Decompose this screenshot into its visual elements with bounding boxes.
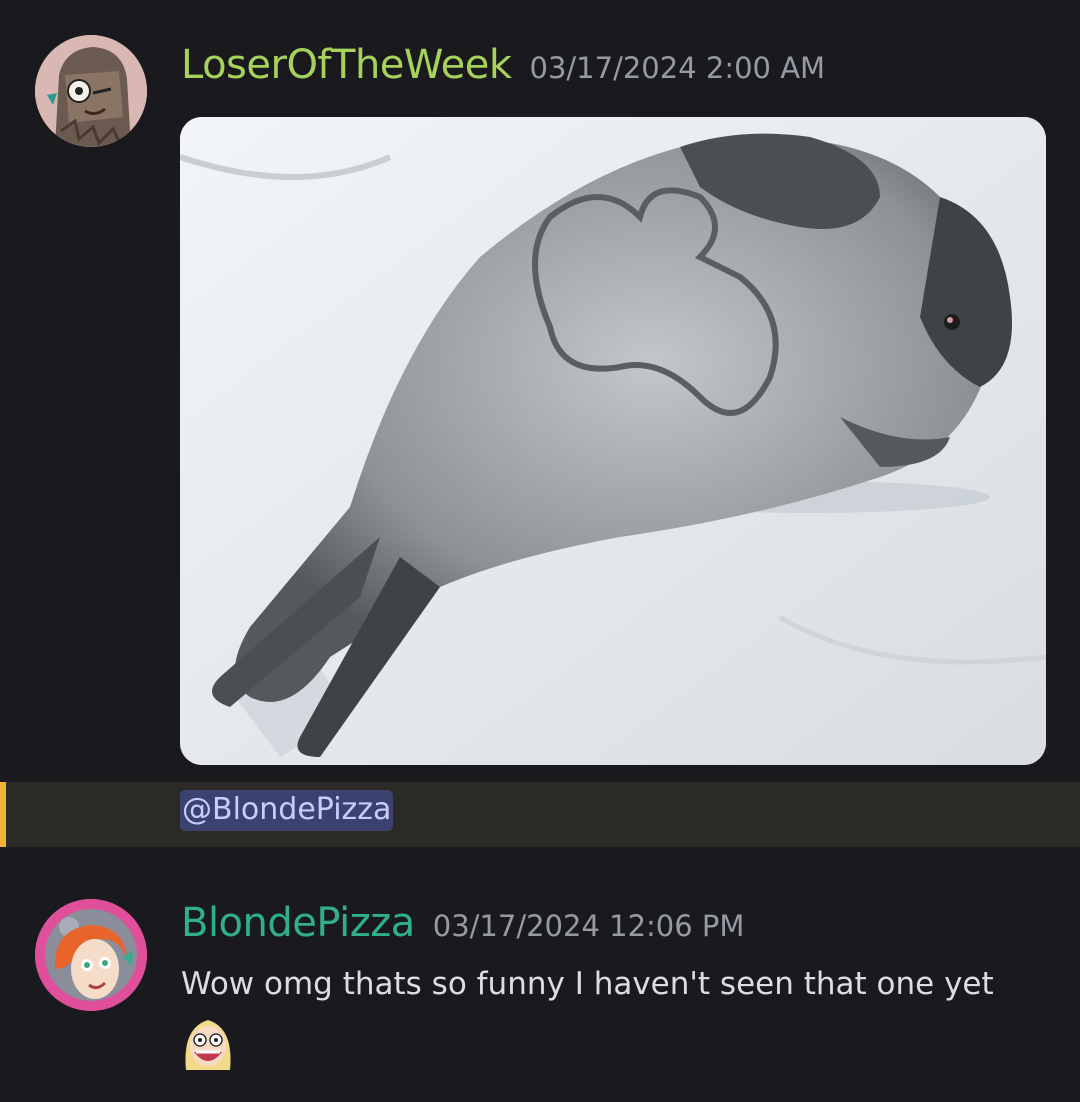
- blonde-girl-laughing-emoji-icon: [185, 1020, 231, 1070]
- avatar[interactable]: [35, 899, 147, 1011]
- username[interactable]: LoserOfTheWeek: [181, 42, 512, 88]
- hooded-character-avatar-icon: [35, 35, 147, 147]
- message-1: LoserOfTheWeek 03/17/2024 2:00 AM: [0, 0, 1080, 782]
- avatar[interactable]: [35, 35, 147, 147]
- username[interactable]: BlondePizza: [181, 900, 415, 946]
- red-haired-character-avatar-icon: [35, 899, 147, 1011]
- message-2: BlondePizza 03/17/2024 12:06 PM Wow omg t…: [0, 880, 1080, 1102]
- chat-view: LoserOfTheWeek 03/17/2024 2:00 AM @Blond…: [0, 0, 1080, 1102]
- mention-highlight-row: @BlondePizza: [0, 782, 1080, 847]
- custom-emoji[interactable]: [180, 1014, 236, 1070]
- message-header: LoserOfTheWeek 03/17/2024 2:00 AM: [181, 42, 825, 88]
- image-attachment[interactable]: [180, 117, 1046, 765]
- timestamp: 03/17/2024 12:06 PM: [432, 909, 745, 943]
- seal-on-snow-photo-icon: [180, 117, 1046, 765]
- mention-indicator-bar: [0, 782, 6, 847]
- user-mention[interactable]: @BlondePizza: [180, 790, 394, 831]
- message-content: Wow omg thats so funny I haven't seen th…: [181, 966, 994, 1002]
- timestamp: 03/17/2024 2:00 AM: [529, 51, 826, 85]
- message-header: BlondePizza 03/17/2024 12:06 PM: [181, 900, 744, 946]
